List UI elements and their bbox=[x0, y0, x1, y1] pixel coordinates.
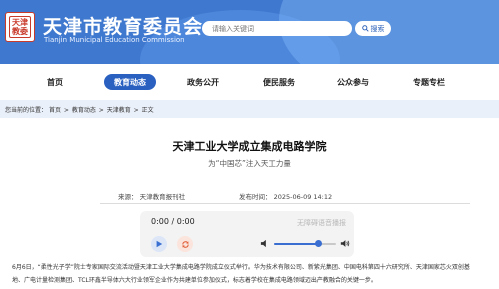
breadcrumb-separator: > bbox=[98, 107, 104, 114]
breadcrumb-item-tianjin-education[interactable]: 天津教育 bbox=[107, 107, 131, 114]
seal-logo-inner: 天津教委 bbox=[9, 16, 31, 38]
breadcrumb-item-home[interactable]: 首页 bbox=[49, 107, 61, 114]
volume-icon[interactable] bbox=[340, 239, 350, 248]
seal-text: 天津教委 bbox=[12, 18, 28, 36]
volume-mute-icon[interactable] bbox=[260, 239, 269, 248]
nav-item-special-topics[interactable]: 专题专栏 bbox=[406, 74, 452, 90]
seal-logo[interactable]: 天津教委 bbox=[5, 12, 35, 42]
volume-slider-fill bbox=[274, 243, 319, 245]
breadcrumb-item-education-news[interactable]: 教育动态 bbox=[72, 107, 96, 114]
breadcrumb: 您当前的位置： 首页 > 教育动态 > 天津教育 > 正文 bbox=[5, 105, 154, 114]
loop-icon bbox=[181, 240, 189, 248]
main-nav: 首页 教育动态 政务公开 便民服务 公众参与 专题专栏 bbox=[0, 64, 499, 100]
article-meta: 来源： 天津教育报刊社 发布时间： 2025-06-09 14:12 bbox=[0, 191, 499, 203]
article-subtitle: 为“中国芯”注入天工力量 bbox=[208, 159, 291, 168]
nav-item-home[interactable]: 首页 bbox=[33, 74, 77, 90]
site-subtitle: Tianjin Municipal Education Commission bbox=[44, 36, 185, 44]
search-icon bbox=[361, 25, 369, 32]
play-button[interactable] bbox=[151, 236, 167, 252]
audio-player: 0:00 / 0:00 无障碍语音播报 bbox=[140, 211, 354, 257]
article-publish-time: 发布时间： 2025-06-09 14:12 bbox=[239, 193, 333, 201]
search-button[interactable]: 搜索 bbox=[355, 21, 391, 36]
article-paragraph: 地、广电计量检测集团、TCL环鑫半导体六大行业领军企业作为共建单位参加仪式，标志… bbox=[12, 277, 377, 284]
loop-button[interactable] bbox=[177, 236, 193, 252]
volume-slider[interactable] bbox=[274, 240, 336, 247]
site-title[interactable]: 天津市教育委员会 bbox=[43, 12, 203, 39]
site-header: 天津教委 天津市教育委员会 Tianjin Municipal Educatio… bbox=[0, 0, 499, 64]
search-input[interactable] bbox=[202, 21, 352, 36]
article-title: 天津工业大学成立集成电路学院 bbox=[172, 140, 327, 153]
nav-item-government-affairs[interactable]: 政务公开 bbox=[180, 74, 226, 90]
breadcrumb-separator: > bbox=[133, 107, 139, 114]
play-icon bbox=[156, 240, 163, 248]
audio-time: 0:00 / 0:00 bbox=[151, 217, 195, 226]
article-paragraph: 6月6日，“柔性光子学”院士专家国际交流活动暨天津工业大学集成电路学院成立仪式举… bbox=[12, 264, 470, 271]
nav-item-public-participation[interactable]: 公众参与 bbox=[330, 74, 376, 90]
meta-divider bbox=[100, 203, 470, 204]
search-button-label: 搜索 bbox=[370, 24, 385, 33]
volume-slider-handle[interactable] bbox=[315, 240, 323, 247]
breadcrumb-bar: 您当前的位置： 首页 > 教育动态 > 天津教育 > 正文 bbox=[0, 100, 499, 118]
breadcrumb-separator: > bbox=[63, 107, 69, 114]
article-source: 来源： 天津教育报刊社 bbox=[118, 193, 186, 201]
nav-item-education-news[interactable]: 教育动态 bbox=[104, 74, 156, 90]
nav-item-public-services[interactable]: 便民服务 bbox=[256, 74, 302, 90]
breadcrumb-item-current: 正文 bbox=[141, 107, 154, 114]
breadcrumb-prefix: 您当前的位置： bbox=[5, 107, 48, 114]
audio-powered-by: 无障碍语音播报 bbox=[297, 219, 346, 227]
